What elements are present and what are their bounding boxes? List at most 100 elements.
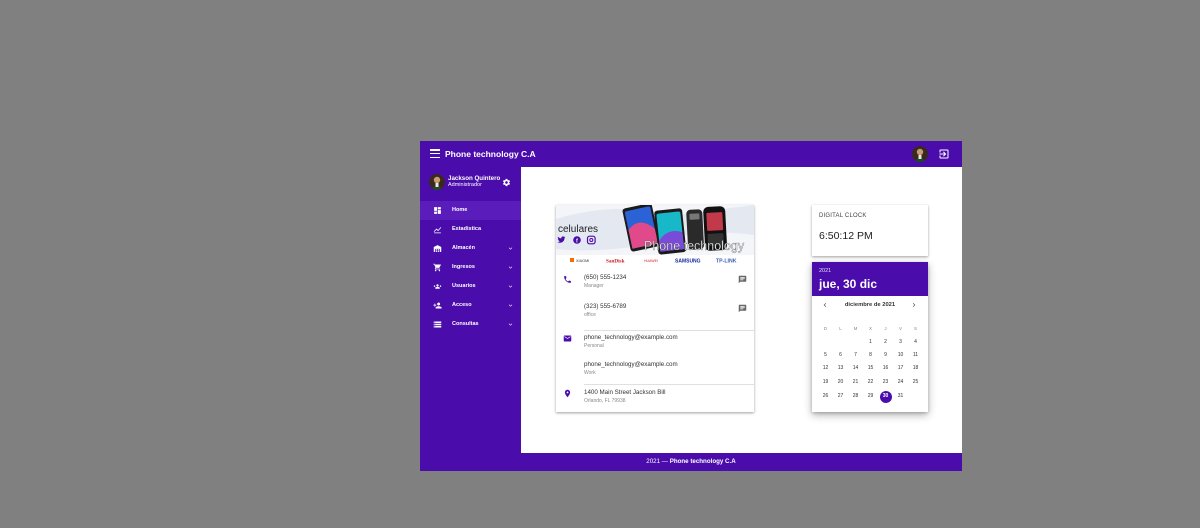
calendar-day-empty xyxy=(818,329,833,343)
address-street: 1400 Main Street Jackson Bill xyxy=(584,389,666,396)
store-banner: celulares Phone technology f XIAOMI SanD… xyxy=(556,205,754,265)
calendar-day[interactable]: 16 xyxy=(878,362,893,376)
date-picker-year[interactable]: 2021 xyxy=(819,268,831,274)
sidebar-item-label: Usuarios xyxy=(452,283,476,289)
date-picker-selected-date: jue, 30 dic xyxy=(819,277,878,291)
sidebar: Jackson Quintero Administrador Home Esta… xyxy=(420,167,521,453)
email-address: phone_technology@example.com xyxy=(584,334,678,341)
calendar-day[interactable]: 17 xyxy=(893,362,908,376)
chevron-down-icon xyxy=(508,304,513,307)
list-item[interactable]: phone_technology@example.com Work xyxy=(556,355,754,383)
calendar-day[interactable]: 22 xyxy=(863,376,878,390)
calendar-day-selected[interactable]: 30 xyxy=(878,390,893,404)
list-item[interactable]: 1400 Main Street Jackson Bill Orlando, F… xyxy=(556,383,754,411)
banner-small-text: celulares xyxy=(558,224,598,235)
sidebar-nav: Home Estadistica Almacén Ingresos Usuari… xyxy=(420,201,521,334)
calendar-day[interactable]: 20 xyxy=(833,376,848,390)
location-icon xyxy=(564,389,571,398)
calendar-day[interactable]: 10 xyxy=(893,349,908,363)
phone-label: office xyxy=(584,312,596,318)
brand-sandisk: SanDisk xyxy=(606,259,625,265)
message-icon[interactable] xyxy=(738,304,747,313)
calendar-day[interactable]: 2 xyxy=(878,336,893,350)
sidebar-item-estadistica[interactable]: Estadistica xyxy=(420,220,521,239)
calendar-day[interactable]: 21 xyxy=(848,376,863,390)
calendar-day[interactable]: 1 xyxy=(863,336,878,350)
list-item[interactable]: phone_technology@example.com Personal xyxy=(556,328,754,356)
calendar-day[interactable]: 29 xyxy=(863,390,878,404)
calendar-day[interactable]: 7 xyxy=(848,349,863,363)
avatar xyxy=(429,174,445,190)
email-label: Work xyxy=(584,370,596,376)
calendar-day[interactable]: 23 xyxy=(878,376,893,390)
email-icon xyxy=(563,335,572,342)
calendar-day[interactable]: 18 xyxy=(908,362,923,376)
month-navigation: diciembre de 2021 xyxy=(812,300,928,312)
sidebar-item-label: Estadistica xyxy=(452,226,482,232)
calendar-day[interactable]: 13 xyxy=(833,362,848,376)
sidebar-item-label: Home xyxy=(452,207,468,213)
calendar-day[interactable]: 26 xyxy=(818,390,833,404)
menu-icon[interactable] xyxy=(430,149,440,159)
calendar-grid: DLMXJVS 1 2 3 4 5 6 7 8 9 10 11 12 13 14 15 16 17 18 19 20 2… xyxy=(818,317,923,403)
calendar-day[interactable]: 11 xyxy=(908,349,923,363)
sidebar-item-home[interactable]: Home xyxy=(420,201,521,220)
sidebar-item-label: Ingresos xyxy=(452,264,475,270)
calendar-day-empty xyxy=(908,383,923,397)
phone-number: (650) 555-1234 xyxy=(584,274,627,281)
clock-title: DIGITAL CLOCK xyxy=(819,213,867,219)
calendar-day[interactable]: 5 xyxy=(818,349,833,363)
list-item[interactable]: (323) 555-6789 office xyxy=(556,298,754,326)
calendar-day[interactable]: 8 xyxy=(863,349,878,363)
calendar-days: 1 2 3 4 5 6 7 8 9 10 11 12 13 14 15 16 17 18 19 20 21 22 23 24 2… xyxy=(818,329,923,403)
contact-card: celulares Phone technology f XIAOMI SanD… xyxy=(556,205,754,412)
sidebar-item-usuarios[interactable]: Usuarios xyxy=(420,277,521,296)
logout-icon[interactable] xyxy=(938,148,950,160)
calendar-day[interactable]: 14 xyxy=(848,362,863,376)
brand-samsung: SAMSUNG xyxy=(675,259,701,265)
person-add-icon xyxy=(433,302,442,309)
footer-company: Phone technology C.A xyxy=(669,458,736,465)
user-name: Jackson Quintero xyxy=(448,175,501,182)
list-item[interactable]: (650) 555-1234 Manager xyxy=(556,269,754,297)
chevron-right-icon[interactable] xyxy=(910,301,918,309)
banner-title-text: Phone technology xyxy=(644,239,745,253)
app-window: Phone technology C.A Jackson Quintero Ad… xyxy=(420,141,962,471)
gear-icon[interactable] xyxy=(502,178,511,187)
chevron-down-icon xyxy=(508,285,513,288)
phone-icon xyxy=(564,276,571,283)
calendar-day[interactable]: 6 xyxy=(833,349,848,363)
top-app-bar: Phone technology C.A xyxy=(420,141,962,167)
message-icon[interactable] xyxy=(738,275,747,284)
calendar-week: 1234 xyxy=(818,329,923,345)
calendar-day[interactable]: 3 xyxy=(893,336,908,350)
users-icon xyxy=(433,284,442,289)
calendar-day[interactable]: 19 xyxy=(818,376,833,390)
footer: 2021 — Phone technology C.A xyxy=(420,453,962,471)
sidebar-item-label: Almacén xyxy=(452,245,475,251)
chart-icon xyxy=(433,227,442,234)
svg-text:f: f xyxy=(576,238,578,244)
warehouse-icon xyxy=(433,245,442,252)
cart-icon xyxy=(433,263,441,272)
calendar-day[interactable]: 9 xyxy=(878,349,893,363)
calendar-day[interactable]: 28 xyxy=(848,390,863,404)
sidebar-item-ingresos[interactable]: Ingresos xyxy=(420,258,521,277)
calendar-day[interactable]: 4 xyxy=(908,336,923,350)
calendar-day[interactable]: 24 xyxy=(893,376,908,390)
email-address: phone_technology@example.com xyxy=(584,361,678,368)
calendar-day[interactable]: 12 xyxy=(818,362,833,376)
phone-label: Manager xyxy=(584,283,604,289)
sidebar-item-label: Consultas xyxy=(452,321,479,327)
calendar-day[interactable]: 31 xyxy=(893,390,908,404)
sidebar-item-label: Acceso xyxy=(452,302,472,308)
avatar[interactable] xyxy=(912,146,928,162)
chevron-down-icon xyxy=(508,323,513,326)
sidebar-item-consultas[interactable]: Consultas xyxy=(420,315,521,334)
dashboard-icon xyxy=(434,207,441,214)
sidebar-item-acceso[interactable]: Acceso xyxy=(420,296,521,315)
calendar-day[interactable]: 15 xyxy=(863,362,878,376)
brand-xiaomi: XIAOMI xyxy=(576,259,589,263)
calendar-day[interactable]: 27 xyxy=(833,390,848,404)
sidebar-item-almacen[interactable]: Almacén xyxy=(420,239,521,258)
